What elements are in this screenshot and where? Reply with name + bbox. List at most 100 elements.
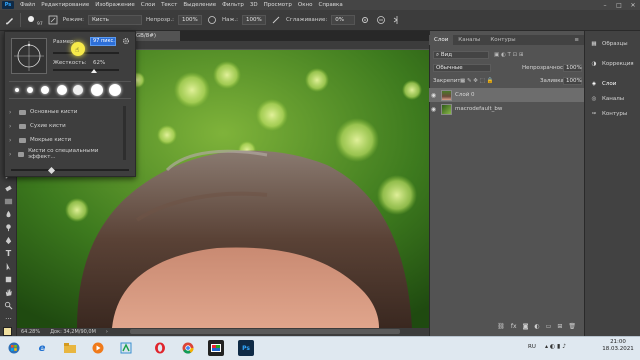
layer-filter-select[interactable]: ⌕ Вид [433,51,489,59]
layer-row-selected[interactable]: ◉ Слой 0 [429,88,584,102]
internet-explorer-icon[interactable]: e [34,340,50,356]
hardness-slider[interactable] [53,69,119,71]
dock-channels[interactable]: ◎ Каналы [590,92,638,106]
folder-basic-brushes[interactable]: › Основные кисти [9,106,113,118]
popup-scrollbar[interactable] [123,106,126,160]
lock-icons[interactable]: ▦ ✎ ✥ ⬚ 🔒 [460,78,493,84]
chevron-right-icon[interactable]: › [9,123,15,130]
trash-icon[interactable]: 🗑 [568,323,576,330]
menu-window[interactable]: Окно [295,2,316,8]
filter-value: Вид [440,52,452,58]
smoothing-settings-icon[interactable] [359,14,371,26]
visibility-eye-icon[interactable]: ◉ [429,92,438,99]
more-tools-button[interactable]: ··· [0,312,17,325]
gradient-tool-button[interactable] [0,195,17,208]
hand-tool-button[interactable] [0,286,17,299]
menu-text[interactable]: Текст [158,2,180,8]
fx-icon[interactable]: fx [511,323,517,330]
panel-menu-icon[interactable]: ≡ [569,35,584,45]
blend-mode-select[interactable]: Обычные [433,64,491,72]
adjustment-layer-icon[interactable]: ◐ [534,323,539,330]
pressure-field[interactable]: 100% [242,15,267,25]
layer-name[interactable]: macrodefault_bw [455,106,502,112]
filter-icons[interactable]: ▣ ◐ T ⊡ ⊞ [494,52,524,58]
layer-row[interactable]: ◉ macrodefault_bw [429,102,584,116]
brush-angle-preview[interactable] [11,38,47,74]
menu-help[interactable]: Справка [315,2,345,8]
menu-3d[interactable]: 3D [247,2,261,8]
size-slider[interactable] [53,52,119,54]
chevron-right-icon[interactable]: › [9,109,15,116]
dock-layers[interactable]: ◈ Слои [590,77,638,91]
status-arrow-icon[interactable]: › [106,329,108,335]
layer-name[interactable]: Слой 0 [455,92,475,98]
file-explorer-icon[interactable] [62,340,78,356]
tray-icons[interactable]: ▴ ◐ ▮ ♪ [545,343,566,350]
hardness-slider-thumb[interactable] [91,69,97,73]
path-select-tool-button[interactable] [0,260,17,273]
start-button[interactable] [6,340,22,356]
layer-opacity-field[interactable]: 100% [563,64,582,72]
paths-icon: ✑ [591,111,597,117]
app-icon[interactable] [118,340,134,356]
fill-field[interactable]: 100% [563,77,582,85]
opera-icon[interactable] [152,340,168,356]
brush-tool-icon[interactable] [4,14,16,26]
menu-edit[interactable]: Редактирование [38,2,92,8]
photoshop-taskbar-icon[interactable]: Ps [238,340,254,356]
chrome-icon[interactable] [180,340,196,356]
shape-tool-button[interactable] [0,273,17,286]
zoom-tool-button[interactable] [0,299,17,312]
add-mask-icon[interactable]: ◙ [523,323,529,330]
menu-file[interactable]: Файл [17,2,38,8]
pressure-size-icon[interactable] [375,14,387,26]
folder-special-effects[interactable]: › Кисти со специальными эффект... [9,148,113,160]
new-layer-icon[interactable]: ⊞ [557,323,562,330]
media-player-icon[interactable] [90,340,106,356]
menu-image[interactable]: Изображение [92,2,138,8]
eraser-tool-button[interactable] [0,182,17,195]
menu-layers[interactable]: Слои [138,2,158,8]
dock-adjustments[interactable]: ◑ Коррекция [590,57,638,71]
maximize-icon[interactable]: □ [612,2,626,9]
zoom-level[interactable]: 64.28% [21,329,40,335]
horizontal-scrollbar[interactable] [130,329,400,334]
size-field[interactable]: 97 пикс. [90,37,116,46]
minimize-icon[interactable]: – [598,2,612,9]
mode-select[interactable]: Кисть [87,15,142,25]
pen-tool-button[interactable] [0,234,17,247]
gear-icon[interactable] [122,37,130,45]
smoothing-field[interactable]: 0% [331,15,356,25]
menu-view[interactable]: Просмотр [261,2,295,8]
visibility-eye-icon[interactable]: ◉ [429,106,438,113]
folder-wet-brushes[interactable]: › Мокрые кисти [9,134,113,146]
menu-filter[interactable]: Фильтр [219,2,247,8]
preview-size-slider[interactable] [11,169,129,171]
brush-panel-icon[interactable] [47,14,59,26]
brush-preset-picker[interactable] [25,14,37,26]
new-group-icon[interactable]: ▭ [546,323,552,330]
tab-layers[interactable]: Слои [429,35,454,45]
dock-paths[interactable]: ✑ Контуры [590,107,638,121]
airbrush-icon[interactable] [270,14,282,26]
close-icon[interactable]: ✕ [626,2,640,9]
language-indicator[interactable]: RU [528,344,536,350]
symmetry-icon[interactable] [391,14,403,26]
pressure-opacity-icon[interactable] [206,14,218,26]
dodge-tool-button[interactable] [0,221,17,234]
recent-brushes-row[interactable] [9,81,131,99]
chevron-right-icon[interactable]: › [9,137,15,144]
tab-channels[interactable]: Каналы [453,35,485,45]
clock[interactable]: 21:00 18.03.2021 [598,339,638,353]
dock-swatches[interactable]: ▦ Образцы [590,37,638,51]
screen-recorder-icon[interactable] [208,340,224,356]
link-layers-icon[interactable]: ⛓ [497,323,505,330]
menu-select[interactable]: Выделение [180,2,219,8]
tab-paths[interactable]: Контуры [485,35,520,45]
chevron-right-icon[interactable]: › [9,151,14,158]
folder-dry-brushes[interactable]: › Сухие кисти [9,120,113,132]
blur-tool-button[interactable] [0,208,17,221]
type-tool-button[interactable]: T [0,247,17,260]
opacity-field[interactable]: 100% [177,15,202,25]
foreground-color[interactable] [3,327,12,336]
